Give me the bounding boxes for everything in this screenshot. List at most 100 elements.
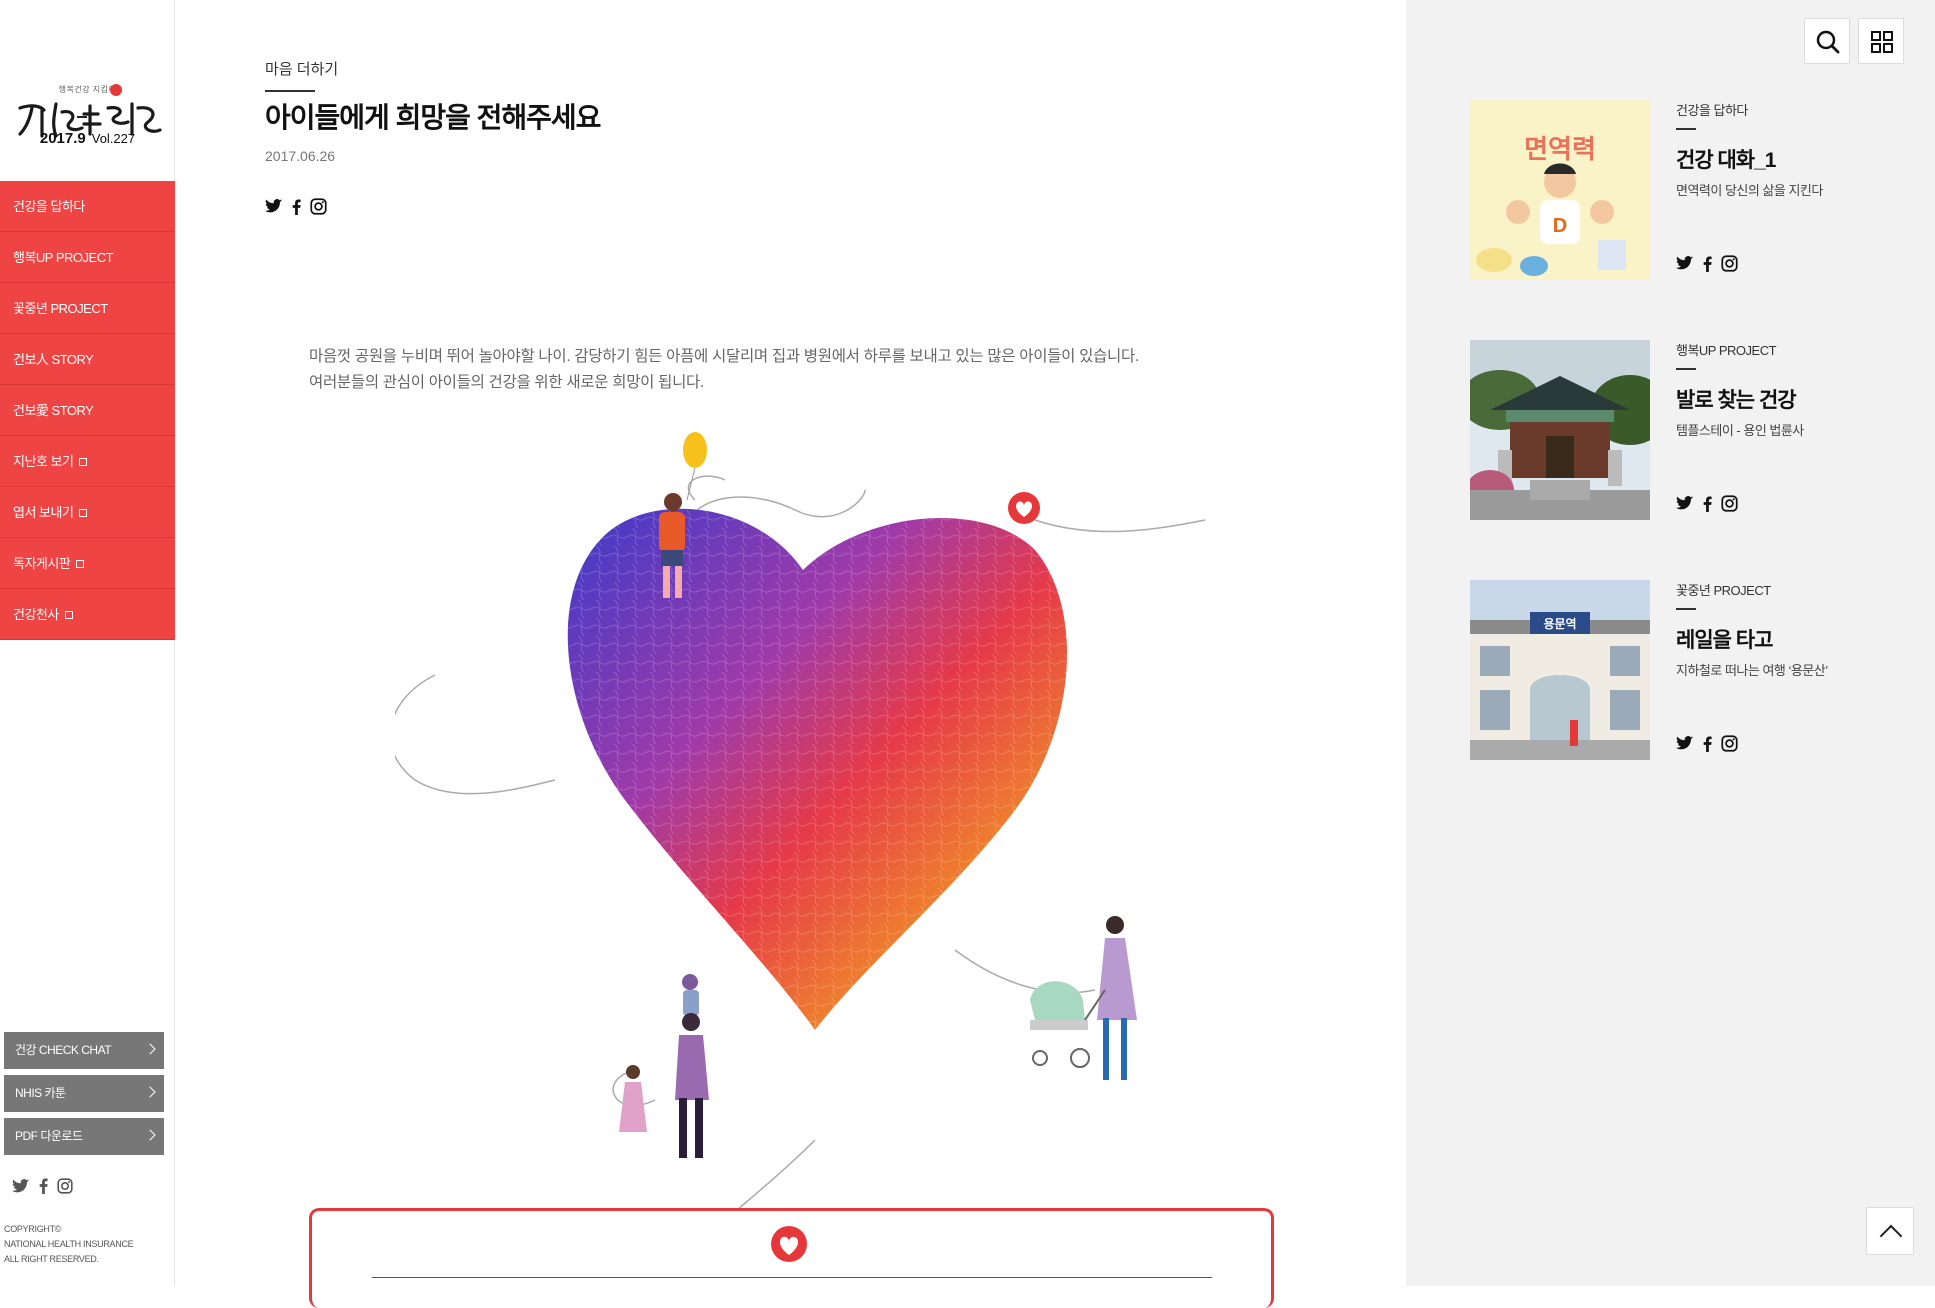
scroll-to-top-button[interactable] (1866, 1207, 1914, 1255)
card-thumbnail[interactable] (1470, 340, 1650, 520)
article-category: 마음 더하기 (265, 61, 339, 78)
menu-item[interactable]: 지난호 보기 (0, 436, 175, 487)
svg-text:D: D (1553, 215, 1567, 237)
twitter-icon[interactable] (1676, 496, 1694, 511)
menu-item[interactable]: 건강천사 (0, 589, 175, 640)
body-paragraph: 마음껏 공원을 누비며 뛰어 놀아야할 나이. 감당하기 힘든 아픔에 시달리며… (309, 348, 1139, 365)
thumb-caption: 면역력 (1524, 134, 1596, 164)
card-subtitle: 면역력이 당신의 삶을 지킨다 (1676, 183, 1823, 198)
card-divider (1676, 368, 1696, 370)
card-category: 건강을 답하다 (1676, 103, 1748, 118)
menu-item-label: 건보人 STORY (13, 352, 94, 367)
issue-volume: Vol.227 (91, 131, 136, 146)
body-paragraph: 여러분들의 관심이 아이들의 건강을 위한 새로운 희망이 됩니다. (309, 374, 705, 391)
external-link-icon (79, 508, 88, 517)
sidebar: 행복건강 지킴이 2017.9 Vol.227 건강을 답하다행복UP PROJE… (0, 0, 175, 1286)
facebook-icon[interactable] (292, 199, 301, 215)
box-divider (372, 1277, 1212, 1278)
issue-date: 2017.9 (39, 130, 86, 147)
menu-item[interactable]: 꽃중년 PROJECT (0, 283, 175, 334)
copyright-line: NATIONAL HEALTH INSURANCE (4, 1239, 134, 1249)
twitter-icon[interactable] (12, 1178, 30, 1194)
menu-item[interactable]: 건보人 STORY (0, 334, 175, 385)
instagram-icon[interactable] (310, 198, 327, 215)
facebook-icon[interactable] (1703, 736, 1712, 752)
search-icon (1816, 30, 1840, 54)
util-label: NHIS 카툰 (15, 1086, 66, 1100)
external-link-icon (76, 559, 85, 568)
card-divider (1676, 608, 1696, 610)
facebook-icon[interactable] (1703, 256, 1712, 272)
copyright-line: COPYRIGHT© (4, 1224, 62, 1234)
related-card[interactable]: 행복UP PROJECT 발로 찾는 건강 템플스테이 - 용인 법륜사 (1470, 340, 1900, 520)
menu-item-label: 꽃중년 PROJECT (13, 301, 108, 316)
thumb-caption: 용문역 (1543, 616, 1576, 631)
menu-item[interactable]: 건보愛 STORY (0, 385, 175, 436)
card-subtitle: 템플스테이 - 용인 법륜사 (1676, 423, 1804, 438)
copyright: COPYRIGHT© NATIONAL HEALTH INSURANCE ALL… (4, 1222, 134, 1267)
card-social-links (1676, 255, 1738, 272)
card-divider (1676, 128, 1696, 130)
card-title[interactable]: 발로 찾는 건강 (1676, 384, 1797, 414)
menu-item-label: 건강천사 (13, 607, 59, 622)
issue-info: 2017.9 Vol.227 (0, 130, 175, 147)
article-body: 마음껏 공원을 누비며 뛰어 놀아야할 나이. 감당하기 힘든 아픔에 시달리며… (309, 344, 1139, 396)
instagram-icon[interactable] (1721, 735, 1738, 752)
card-title[interactable]: 레일을 타고 (1676, 624, 1773, 654)
issue-divider (77, 116, 87, 118)
instagram-icon[interactable] (1721, 255, 1738, 272)
twitter-icon[interactable] (265, 199, 283, 214)
chevron-right-icon (144, 1043, 156, 1055)
external-link-icon (64, 610, 73, 619)
heart-illustration (395, 432, 1206, 1210)
chevron-right-icon (144, 1129, 156, 1141)
logo[interactable]: 행복건강 지킴이 (0, 38, 175, 138)
card-title[interactable]: 건강 대화_1 (1676, 144, 1776, 174)
heart-pin-icon (771, 1226, 807, 1262)
util-label: 건강 CHECK CHAT (15, 1043, 112, 1057)
twitter-icon[interactable] (1676, 256, 1694, 271)
sidebar-social-links (12, 1178, 73, 1194)
card-social-links (1676, 735, 1738, 752)
card-thumbnail[interactable]: 면역력 D (1470, 100, 1650, 280)
menu-grid-button[interactable] (1858, 18, 1904, 64)
related-card[interactable]: 용문역 꽃중년 PROJECT 레일을 타고 지하철로 떠나는 여행 ‘용문산’ (1470, 580, 1900, 760)
menu-item-label: 엽서 보내기 (13, 505, 74, 520)
menu-item[interactable]: 행복UP PROJECT (0, 232, 175, 283)
menu-item-label: 행복UP PROJECT (13, 250, 114, 265)
related-card[interactable]: 면역력 D 건강을 답하다 건강 대화_1 면역력이 당신의 삶을 지킨다 (1470, 100, 1900, 280)
grid-icon (1871, 31, 1893, 53)
article-title: 아이들에게 희망을 전해주세요 (265, 102, 601, 133)
twitter-icon[interactable] (1676, 736, 1694, 751)
card-category: 행복UP PROJECT (1676, 343, 1777, 358)
util-label: PDF 다운로드 (15, 1129, 83, 1143)
card-social-links (1676, 495, 1738, 512)
main-menu: 건강을 답하다행복UP PROJECT 꽃중년 PROJECT 건보人 STORY 건… (0, 181, 175, 640)
instagram-icon[interactable] (57, 1178, 73, 1194)
menu-item-label: 독자게시판 (13, 556, 71, 571)
category-underline (265, 90, 315, 92)
chevron-right-icon (144, 1086, 156, 1098)
health-check-chat-button[interactable]: 건강 CHECK CHAT (4, 1032, 164, 1069)
external-link-icon (79, 457, 88, 466)
menu-item[interactable]: 독자게시판 (0, 538, 175, 589)
card-category: 꽃중년 PROJECT (1676, 583, 1771, 598)
menu-item-label: 지난호 보기 (13, 454, 74, 469)
facebook-icon[interactable] (39, 1178, 48, 1194)
menu-item[interactable]: 건강을 답하다 (0, 181, 175, 232)
menu-item[interactable]: 엽서 보내기 (0, 487, 175, 538)
facebook-icon[interactable] (1703, 496, 1712, 512)
menu-item-label: 건보愛 STORY (13, 403, 94, 418)
menu-item-label: 건강을 답하다 (13, 199, 85, 214)
copyright-line: ALL RIGHT RESERVED. (4, 1254, 99, 1264)
nhis-cartoon-button[interactable]: NHIS 카툰 (4, 1075, 164, 1112)
instagram-icon[interactable] (1721, 495, 1738, 512)
search-button[interactable] (1804, 18, 1850, 64)
card-subtitle: 지하철로 떠나는 여행 ‘용문산’ (1676, 663, 1828, 678)
article: 마음 더하기 아이들에게 희망을 전해주세요 2017.06.26 마음껏 공원… (175, 0, 1582, 1308)
article-social-links (265, 198, 327, 215)
related-panel: 면역력 D 건강을 답하다 건강 대화_1 면역력이 당신의 삶을 지킨다 행복… (1406, 0, 1935, 1286)
article-date: 2017.06.26 (265, 148, 336, 164)
card-thumbnail[interactable]: 용문역 (1470, 580, 1650, 760)
pdf-download-button[interactable]: PDF 다운로드 (4, 1118, 164, 1155)
